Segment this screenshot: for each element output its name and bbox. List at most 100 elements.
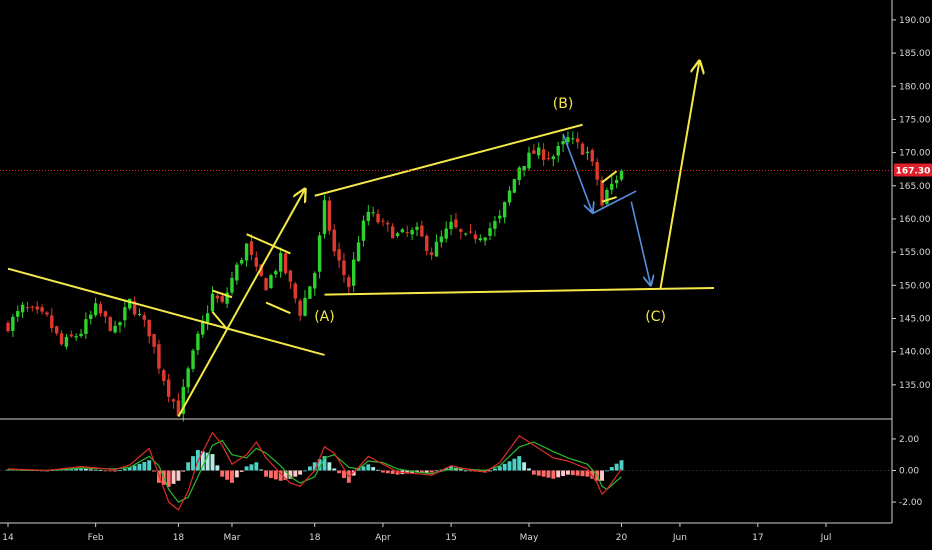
macd-histogram-bar xyxy=(98,470,103,472)
macd-histogram-bar xyxy=(565,470,570,475)
macd-histogram-bar xyxy=(210,454,215,471)
wave-label: (C) xyxy=(645,309,666,325)
y-tick-label: 185.00 xyxy=(899,49,931,59)
macd-histogram-bar xyxy=(429,470,434,473)
macd-histogram-bar xyxy=(83,468,88,471)
macd-histogram-bar xyxy=(264,470,269,477)
chart[interactable]: (A)(B)(C) 135.00140.00145.00150.00155.00… xyxy=(0,0,932,550)
macd-histogram-bar xyxy=(527,468,531,471)
x-tick-label: 14 xyxy=(2,533,14,543)
macd-histogram-bar xyxy=(609,467,614,471)
macd-histogram-bar xyxy=(249,464,254,471)
x-tick-label: Feb xyxy=(88,533,104,543)
candle xyxy=(619,169,624,182)
macd-histogram-bar xyxy=(142,462,147,471)
macd-histogram-bar xyxy=(507,461,512,471)
macd-histogram-bar xyxy=(380,470,385,473)
wave-label: (A) xyxy=(314,309,335,325)
macd-histogram-bar xyxy=(371,467,376,471)
macd-histogram-bar xyxy=(580,470,585,477)
candle xyxy=(283,252,288,276)
candle xyxy=(308,286,312,299)
macd-histogram-bar xyxy=(186,462,191,471)
macd-histogram-bar xyxy=(88,469,93,471)
macd-y-tick-label: 0.00 xyxy=(899,467,919,477)
x-tick-label: May xyxy=(520,533,539,543)
macd-histogram-bar xyxy=(600,470,604,481)
x-tick-label: Mar xyxy=(223,533,240,543)
macd-histogram-bar xyxy=(259,469,264,471)
macd-histogram-bar xyxy=(166,470,171,487)
y-tick-label: 160.00 xyxy=(899,215,931,225)
macd-histogram-bar xyxy=(376,469,380,471)
x-tick-label: 17 xyxy=(752,533,763,543)
y-tick-label: 145.00 xyxy=(899,314,931,324)
macd-histogram-bar xyxy=(307,466,312,471)
macd-histogram-bar xyxy=(181,470,186,472)
macd-histogram-bar xyxy=(385,470,390,474)
macd-histogram-bar xyxy=(230,470,234,483)
macd-histogram-bar xyxy=(293,470,298,477)
y-tick-label: 135.00 xyxy=(899,381,931,391)
macd-histogram-bar xyxy=(497,466,502,471)
x-tick-label: Apr xyxy=(375,533,391,543)
macd-histogram-bar xyxy=(556,470,561,478)
macd-histogram-bar xyxy=(327,462,332,471)
macd-histogram-bar xyxy=(502,463,507,471)
x-tick-label: Jul xyxy=(820,533,832,543)
x-tick-label: 18 xyxy=(173,533,185,543)
macd-histogram-bar xyxy=(575,470,580,476)
macd-histogram-bar xyxy=(561,470,566,476)
macd-histogram-bar xyxy=(541,470,546,477)
macd-histogram-bar xyxy=(108,470,113,472)
macd-histogram-bar xyxy=(234,470,239,478)
macd-histogram-bar xyxy=(361,466,366,471)
macd-histogram-bar xyxy=(551,470,556,479)
macd-histogram-bar xyxy=(273,470,278,480)
candle xyxy=(191,348,195,373)
macd-histogram-bar xyxy=(390,470,395,474)
y-tick-label: 180.00 xyxy=(899,82,931,92)
candle xyxy=(605,187,609,207)
y-tick-label: 165.00 xyxy=(899,182,931,192)
macd-histogram-bar xyxy=(118,470,122,471)
y-tick-label: 175.00 xyxy=(899,115,931,125)
macd-histogram-bar xyxy=(147,460,152,471)
macd-histogram-bar xyxy=(614,463,619,471)
macd-histogram-bar xyxy=(468,470,473,472)
macd-histogram-bar xyxy=(332,468,337,471)
macd-histogram-bar xyxy=(488,470,492,472)
macd-histogram-bar xyxy=(298,470,303,475)
candle xyxy=(264,277,268,291)
macd-histogram-bar xyxy=(522,462,527,471)
candle xyxy=(580,142,585,155)
macd-histogram-bar xyxy=(103,470,108,472)
macd-histogram-bar xyxy=(171,470,176,484)
macd-histogram-bar xyxy=(512,458,517,471)
candle xyxy=(512,178,517,194)
candle xyxy=(327,196,332,235)
macd-histogram-bar xyxy=(132,465,137,471)
macd-histogram-bar xyxy=(244,466,249,471)
y-tick-label: 170.00 xyxy=(899,149,931,159)
macd-histogram-bar xyxy=(137,463,142,471)
macd-histogram-bar xyxy=(366,464,371,471)
macd-histogram-bar xyxy=(176,470,181,481)
candle xyxy=(108,315,112,332)
macd-histogram-bar xyxy=(424,470,429,473)
macd-histogram-bar xyxy=(337,470,342,474)
macd-histogram-bar xyxy=(434,470,439,472)
last-price-label: 167.30 xyxy=(896,167,931,177)
macd-histogram-bar xyxy=(225,470,230,480)
macd-histogram-bar xyxy=(122,468,127,471)
macd-histogram-bar xyxy=(254,462,259,471)
y-tick-label: 190.00 xyxy=(899,16,931,26)
macd-histogram-bar xyxy=(268,470,273,479)
macd-histogram-bar xyxy=(220,470,225,477)
macd-histogram-bar xyxy=(517,456,522,471)
macd-histogram-bar xyxy=(215,465,220,471)
macd-histogram-bar xyxy=(570,470,575,476)
macd-histogram-bar xyxy=(239,470,244,472)
y-tick-label: 150.00 xyxy=(899,281,931,291)
macd-histogram-bar xyxy=(303,470,307,472)
